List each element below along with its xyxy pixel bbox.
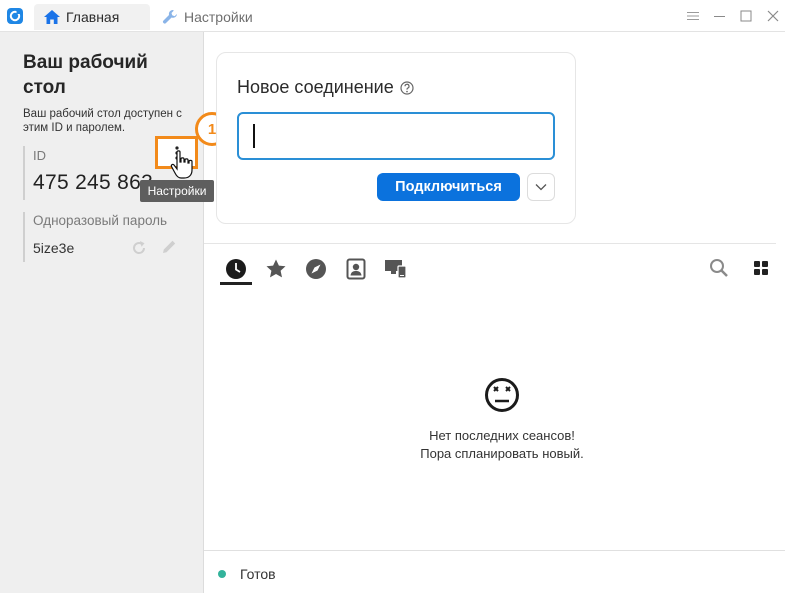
search-icon[interactable] [708, 257, 730, 279]
tab-home-label: Главная [66, 9, 120, 25]
password-block: Одноразовый пароль 5ize3e [23, 212, 198, 262]
tab-discovered[interactable] [300, 255, 332, 283]
close-button[interactable] [763, 6, 783, 26]
minimize-icon [714, 16, 725, 17]
tab-address-book[interactable] [340, 255, 372, 283]
maximize-icon [740, 10, 752, 22]
favorites-icon [266, 259, 286, 278]
new-connection-title: Новое соединение [237, 77, 414, 98]
active-tab-indicator [220, 282, 252, 285]
desktop-description: Ваш рабочий стол доступен с этим ID и па… [23, 108, 182, 134]
status-text: Готов [240, 566, 276, 582]
chevron-down-icon [535, 184, 547, 191]
close-icon [767, 10, 779, 22]
home-icon [44, 10, 60, 24]
tab-recent-sessions[interactable] [220, 255, 252, 283]
status-bar: Готов [204, 550, 785, 593]
address-book-icon [346, 258, 366, 280]
title-bar: Главная Настройки [0, 0, 785, 32]
edit-password-icon[interactable] [160, 238, 178, 256]
help-icon[interactable] [400, 80, 414, 95]
remote-id-input[interactable] [237, 112, 555, 160]
app-logo-icon [7, 8, 23, 24]
tab-home[interactable]: Главная [34, 4, 150, 30]
password-label: Одноразовый пароль [33, 213, 168, 228]
connect-options-button[interactable] [527, 173, 555, 201]
tab-settings[interactable]: Настройки [152, 4, 292, 30]
maximize-button[interactable] [736, 6, 756, 26]
grid-view-icon[interactable] [751, 258, 771, 278]
group-devices-icon [385, 260, 407, 279]
recent-sessions-icon [226, 259, 246, 279]
new-connection-title-text: Новое соединение [237, 77, 394, 97]
text-caret [253, 124, 255, 148]
settings-tooltip: Настройки [140, 180, 214, 202]
refresh-password-icon[interactable] [130, 239, 148, 257]
desktop-title: Ваш рабочий стол [23, 52, 148, 98]
connect-button[interactable]: Подключиться [377, 173, 520, 201]
minimize-button[interactable] [710, 6, 730, 26]
empty-state-title: Нет последних сеансов! [429, 428, 575, 443]
window-menu-button[interactable] [683, 6, 703, 26]
hand-cursor-icon [170, 150, 193, 179]
menu-icon [687, 12, 699, 20]
sad-face-icon [485, 378, 519, 412]
left-panel: Ваш рабочий стол Ваш рабочий стол доступ… [0, 32, 204, 593]
wrench-icon [162, 9, 177, 24]
tab-settings-label: Настройки [184, 9, 253, 25]
tab-group-devices[interactable] [380, 255, 412, 283]
discovered-icon [306, 259, 326, 279]
status-indicator [218, 570, 226, 578]
tab-favorites[interactable] [260, 255, 292, 283]
empty-state-subtitle: Пора спланировать новый. [420, 446, 584, 461]
section-divider [204, 243, 776, 244]
new-connection-card: Новое соединение Подключиться [216, 52, 576, 224]
